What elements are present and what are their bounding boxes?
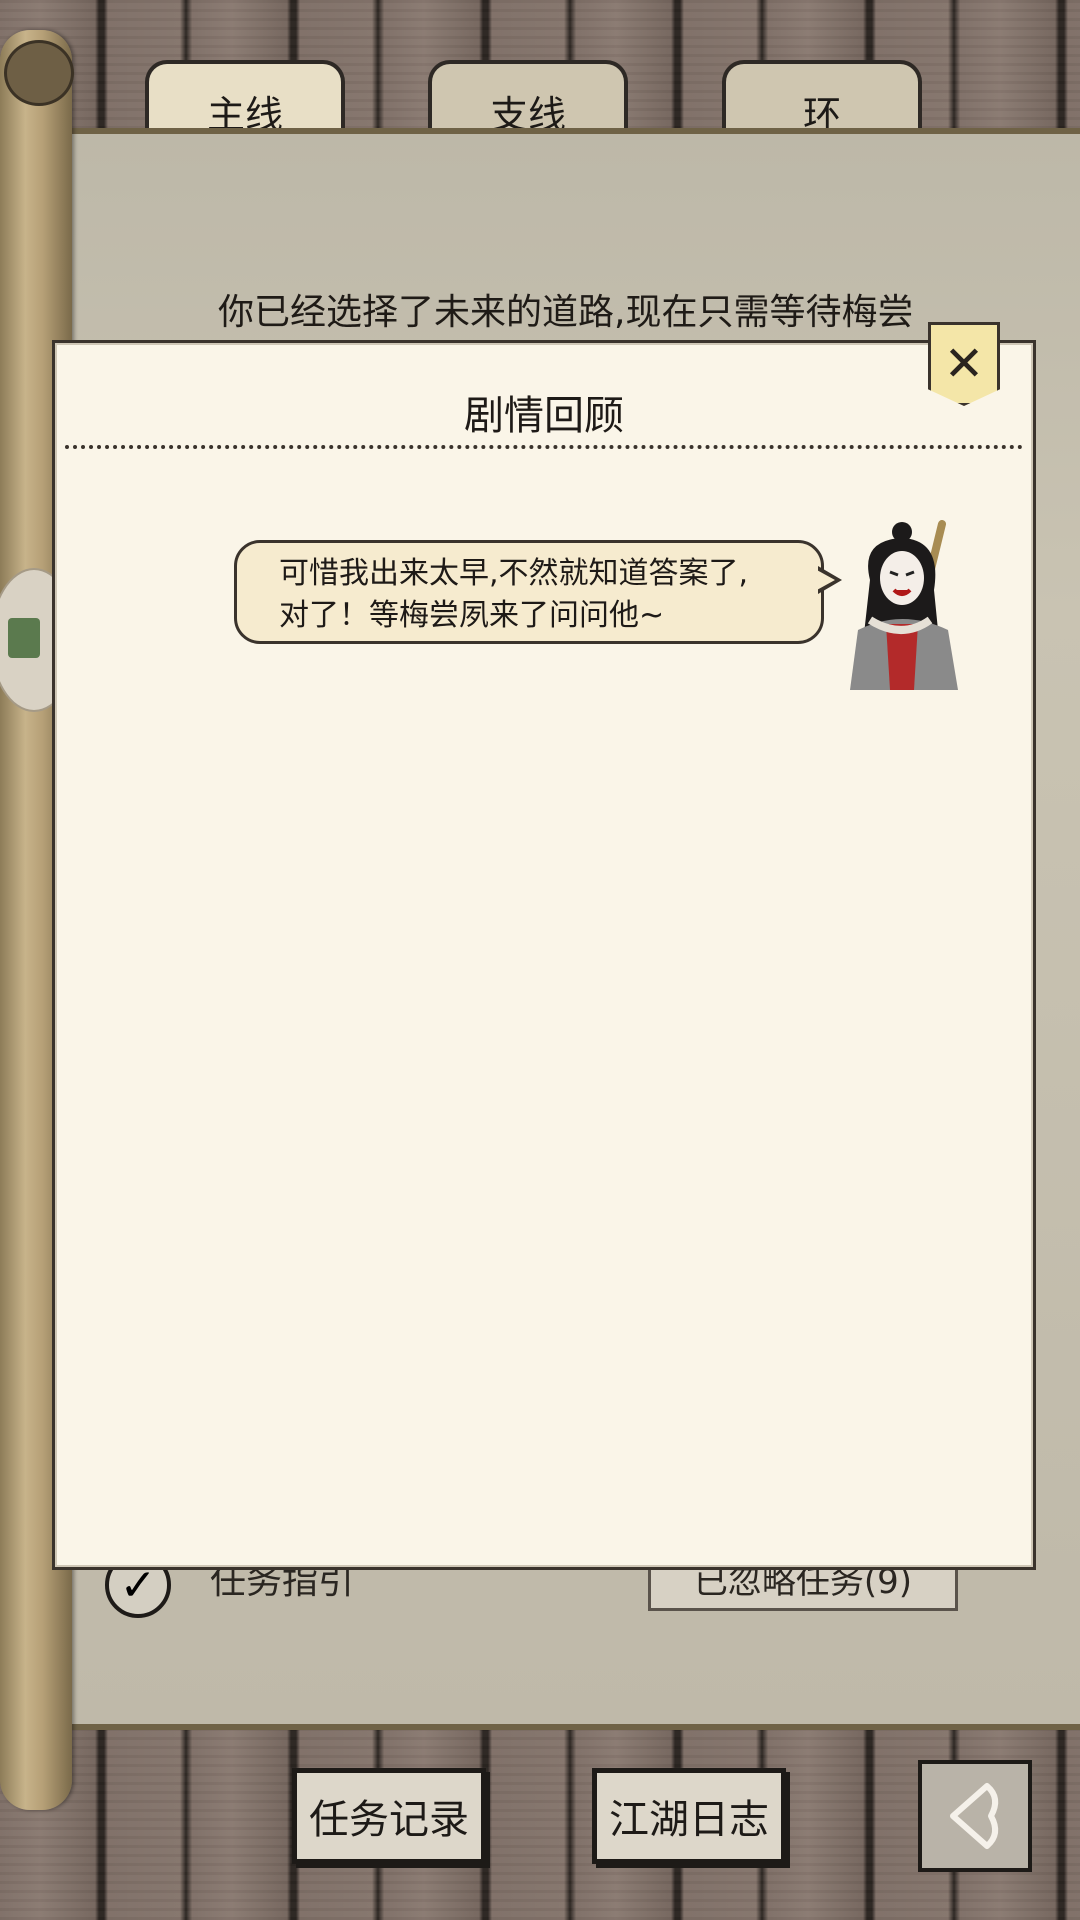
dialogue-line: 对了！等梅尝夙来了问问他~: [279, 598, 665, 633]
scroll-rod-cap: [4, 40, 74, 106]
dialogue-line: 可惜我出来太早,不然就知道答案了,: [279, 556, 749, 591]
back-arrow-icon[interactable]: [918, 1760, 1032, 1872]
dotted-divider: [65, 445, 1023, 449]
close-icon[interactable]: ✕: [928, 322, 1000, 406]
jianghu-journal-button[interactable]: 江湖日志: [592, 1768, 786, 1864]
quest-records-button[interactable]: 任务记录: [292, 1768, 486, 1864]
speech-bubble: 可惜我出来太早,不然就知道答案了, 对了！等梅尝夙来了问问他~: [234, 540, 824, 644]
back-arrow-glyph: [950, 1783, 999, 1849]
dialog-title: 剧情回顾: [464, 393, 624, 439]
character-portrait: [850, 520, 958, 690]
quest-description: 你已经选择了未来的道路,现在只需等待梅尝: [218, 292, 914, 333]
